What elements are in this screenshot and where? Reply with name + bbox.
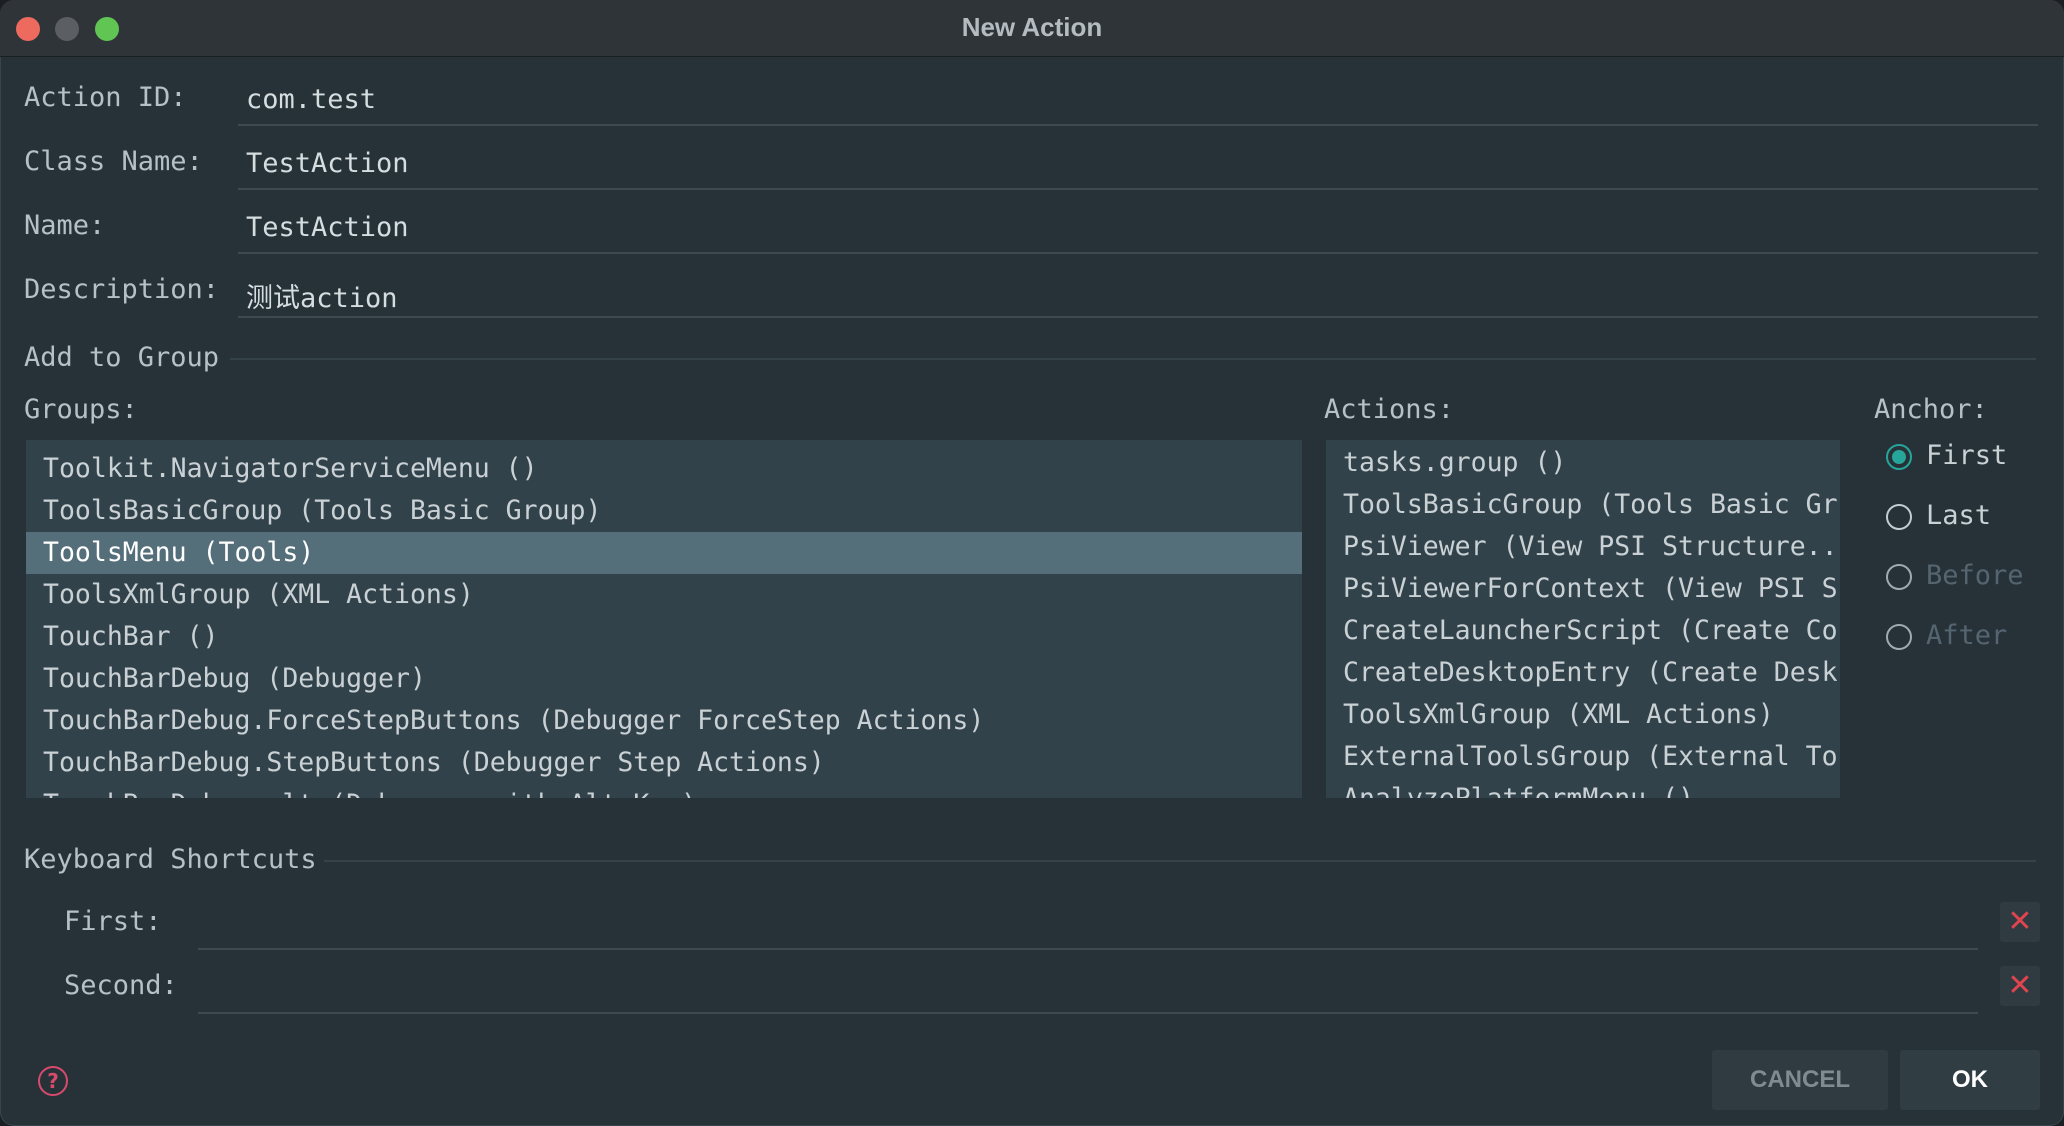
add-to-group-title: Add to Group <box>24 342 220 373</box>
groups-label: Groups: <box>24 394 138 425</box>
class-name-value: TestAction <box>246 148 409 179</box>
name-label: Name: <box>24 210 106 241</box>
radio-button-checked[interactable] <box>1886 444 1912 470</box>
list-item[interactable]: ToolsXmlGroup (XML Actions) <box>1326 694 1840 736</box>
anchor-before-label: Before <box>1926 560 2024 591</box>
class-name-field[interactable]: TestAction <box>238 138 2038 190</box>
window-title: New Action <box>961 12 1103 42</box>
class-name-label: Class Name: <box>24 146 203 177</box>
list-item[interactable]: Toolkit.NavigatorServiceMenu () <box>26 448 1302 490</box>
action-id-field[interactable]: com.test <box>238 74 2038 126</box>
list-item[interactable]: CreateDesktopEntry (Create Desk <box>1326 652 1840 694</box>
radio-button[interactable] <box>1886 504 1912 530</box>
clear-second-shortcut-icon[interactable]: ✕ <box>2000 966 2040 1006</box>
new-action-dialog: New Action Action ID: com.test Class Nam… <box>0 0 2064 1126</box>
radio-button-disabled <box>1886 624 1912 650</box>
clear-first-shortcut-icon[interactable]: ✕ <box>2000 902 2040 942</box>
list-item[interactable]: TouchBarDebug.alt (Debugger with Alt Key… <box>26 784 1302 798</box>
list-item[interactable]: ToolsBasicGroup (Tools Basic Group) <box>26 490 1302 532</box>
list-item[interactable]: TouchBarDebug (Debugger) <box>26 658 1302 700</box>
title-bar: New Action <box>0 0 2064 57</box>
section-divider <box>324 860 2036 862</box>
list-item[interactable]: ExternalToolsGroup (External To <box>1326 736 1840 778</box>
list-item[interactable]: TouchBarDebug.ForceStepButtons (Debugger… <box>26 700 1302 742</box>
groups-list[interactable]: Toolkit.NavigatorServiceMenu () ToolsBas… <box>26 440 1302 798</box>
description-field[interactable]: 测试action <box>238 266 2038 318</box>
actions-list[interactable]: tasks.group () ToolsBasicGroup (Tools Ba… <box>1326 440 1840 798</box>
name-field[interactable]: TestAction <box>238 202 2038 254</box>
list-item[interactable]: tasks.group () <box>1326 442 1840 484</box>
first-shortcut-field[interactable] <box>198 898 1978 950</box>
help-icon[interactable]: ? <box>38 1066 68 1096</box>
second-shortcut-field[interactable] <box>198 962 1978 1014</box>
keyboard-shortcuts-title: Keyboard Shortcuts <box>24 844 317 875</box>
cancel-button[interactable]: CANCEL <box>1712 1050 1888 1110</box>
list-item[interactable]: ToolsBasicGroup (Tools Basic Gr <box>1326 484 1840 526</box>
anchor-after-label: After <box>1926 620 2008 651</box>
list-item[interactable]: CreateLauncherScript (Create Co <box>1326 610 1840 652</box>
name-value: TestAction <box>246 212 409 243</box>
action-id-value: com.test <box>246 84 377 115</box>
anchor-first-label: First <box>1926 440 2008 471</box>
radio-button-disabled <box>1886 564 1912 590</box>
first-shortcut-label: First: <box>64 906 162 937</box>
list-item-selected[interactable]: ToolsMenu (Tools) <box>26 532 1302 574</box>
second-shortcut-label: Second: <box>64 970 178 1001</box>
list-item[interactable]: PsiViewerForContext (View PSI S <box>1326 568 1840 610</box>
list-item[interactable]: PsiViewer (View PSI Structure.. <box>1326 526 1840 568</box>
description-value: 测试action <box>246 283 398 314</box>
list-item[interactable]: ToolsXmlGroup (XML Actions) <box>26 574 1302 616</box>
ok-button[interactable]: OK <box>1900 1050 2040 1110</box>
description-label: Description: <box>24 274 220 305</box>
section-divider <box>230 358 2036 360</box>
list-item[interactable]: TouchBar () <box>26 616 1302 658</box>
list-item[interactable]: TouchBarDebug.StepButtons (Debugger Step… <box>26 742 1302 784</box>
list-item[interactable]: AnalyzePlatformMenu () <box>1326 778 1840 798</box>
anchor-last-label: Last <box>1926 500 1992 531</box>
actions-label: Actions: <box>1324 394 1455 425</box>
anchor-label: Anchor: <box>1874 394 1988 425</box>
action-id-label: Action ID: <box>24 82 187 113</box>
